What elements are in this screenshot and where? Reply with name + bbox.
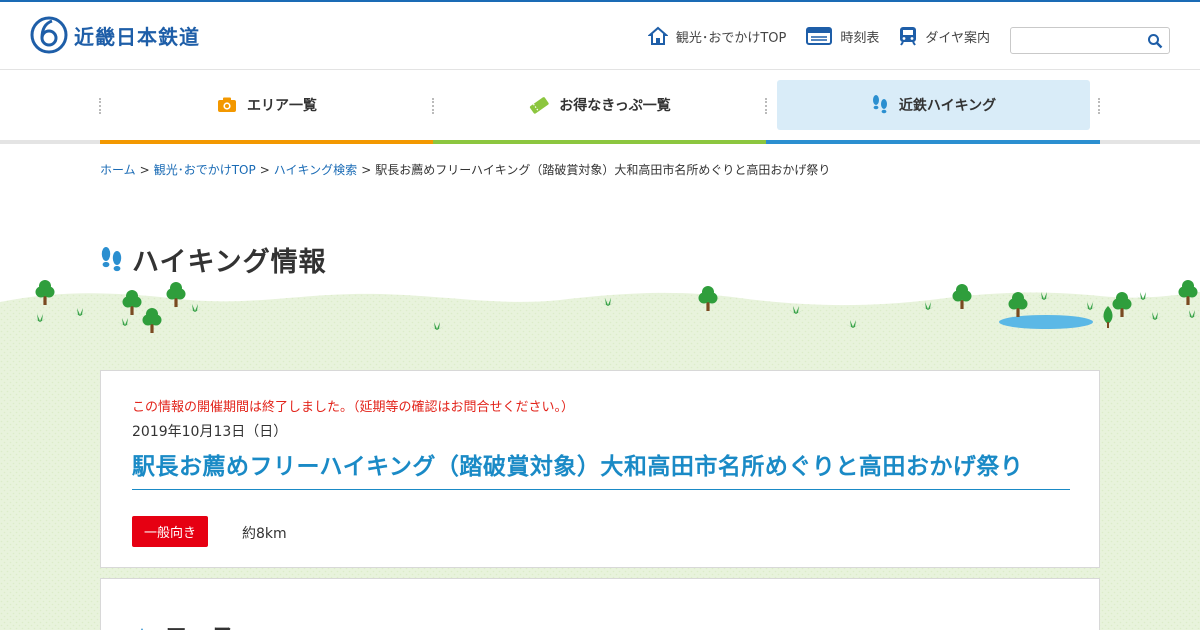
breadcrumb-hiking-search[interactable]: ハイキング検索 [274,163,357,177]
tab-label: お得なきっぷ一覧 [559,98,671,114]
course-card: コース [100,578,1100,630]
level-badge: 一般向き [132,516,208,547]
page-heading: ハイキング情報 [132,247,327,278]
nav-separator [765,98,767,114]
home-icon [647,26,668,45]
header-nav-label: 時刻表 [840,30,880,46]
event-info-card: この情報の開催期間は終了しました。（延期等の確認はお問合せください。） 2019… [100,370,1100,568]
camera-icon [218,97,236,112]
course-heading-label: コース [164,617,235,630]
tab-label: 近鉄ハイキング [898,98,997,114]
footprints-icon [872,95,887,114]
header-nav-label: ダイヤ案内 [925,30,990,46]
ticket-icon [530,97,549,114]
tab-discount-tickets[interactable]: お得なきっぷ一覧 [435,80,765,130]
site-header: 近畿日本鉄道 観光･おでかけTOP 時刻表 ダイヤ案内 [0,2,1200,70]
train-icon [900,27,917,46]
header-nav-label: 観光･おでかけTOP [675,30,787,46]
course-heading: コース [132,617,235,630]
timetable-icon [806,27,833,45]
nav-separator [99,98,101,114]
breadcrumb-separator: > [139,163,150,177]
tab-hiking-underline [766,140,1100,144]
event-distance: 約8km [242,526,287,542]
route-icon [140,627,144,630]
tab-area-list[interactable]: エリア一覧 [102,80,432,130]
event-date: 2019年10月13日（日） [132,424,288,440]
search-icon[interactable] [1147,33,1163,49]
main-nav: エリア一覧 お得なきっぷ一覧 近鉄ハイキング [0,70,1200,144]
nav-separator [1098,98,1100,114]
search-input[interactable] [1011,28,1141,53]
brand-name: 近畿日本鉄道 [74,24,200,49]
footprints-icon [101,246,122,271]
header-nav-sightseeing-top[interactable]: 観光･おでかけTOP [647,26,787,46]
tab-kintetsu-hiking[interactable]: 近鉄ハイキング [777,80,1090,130]
page-title: ハイキング情報 [100,240,327,279]
breadcrumb-separator: > [259,163,270,177]
site-search [1010,27,1170,54]
event-title: 駅長お薦めフリーハイキング（踏破賞対象）大和高田市名所めぐりと高田おかげ祭り [132,447,1070,490]
site-logo[interactable]: 近畿日本鉄道 [30,16,200,54]
breadcrumb-separator: > [361,163,372,177]
event-ended-notice: この情報の開催期間は終了しました。（延期等の確認はお問合せください。） [132,400,575,415]
breadcrumb-current: 駅長お薦めフリーハイキング（踏破賞対象）大和高田市名所めぐりと高田おかげ祭り [375,163,831,177]
nav-separator [432,98,434,114]
tab-area-underline [100,140,433,144]
breadcrumb-sightseeing-top[interactable]: 観光･おでかけTOP [154,163,256,177]
kintetsu-logo-icon [30,16,68,54]
tab-label: エリア一覧 [247,98,317,114]
header-nav-timetable[interactable]: 時刻表 [806,26,879,46]
breadcrumb: ホーム > 観光･おでかけTOP > ハイキング検索 > 駅長お薦めフリーハイキング（踏破賞… [100,161,830,178]
breadcrumb-home[interactable]: ホーム [100,163,136,177]
header-nav: 観光･おでかけTOP 時刻表 ダイヤ案内 [628,26,990,46]
header-nav-train-info[interactable]: ダイヤ案内 [899,26,990,46]
tab-tickets-underline [433,140,766,144]
